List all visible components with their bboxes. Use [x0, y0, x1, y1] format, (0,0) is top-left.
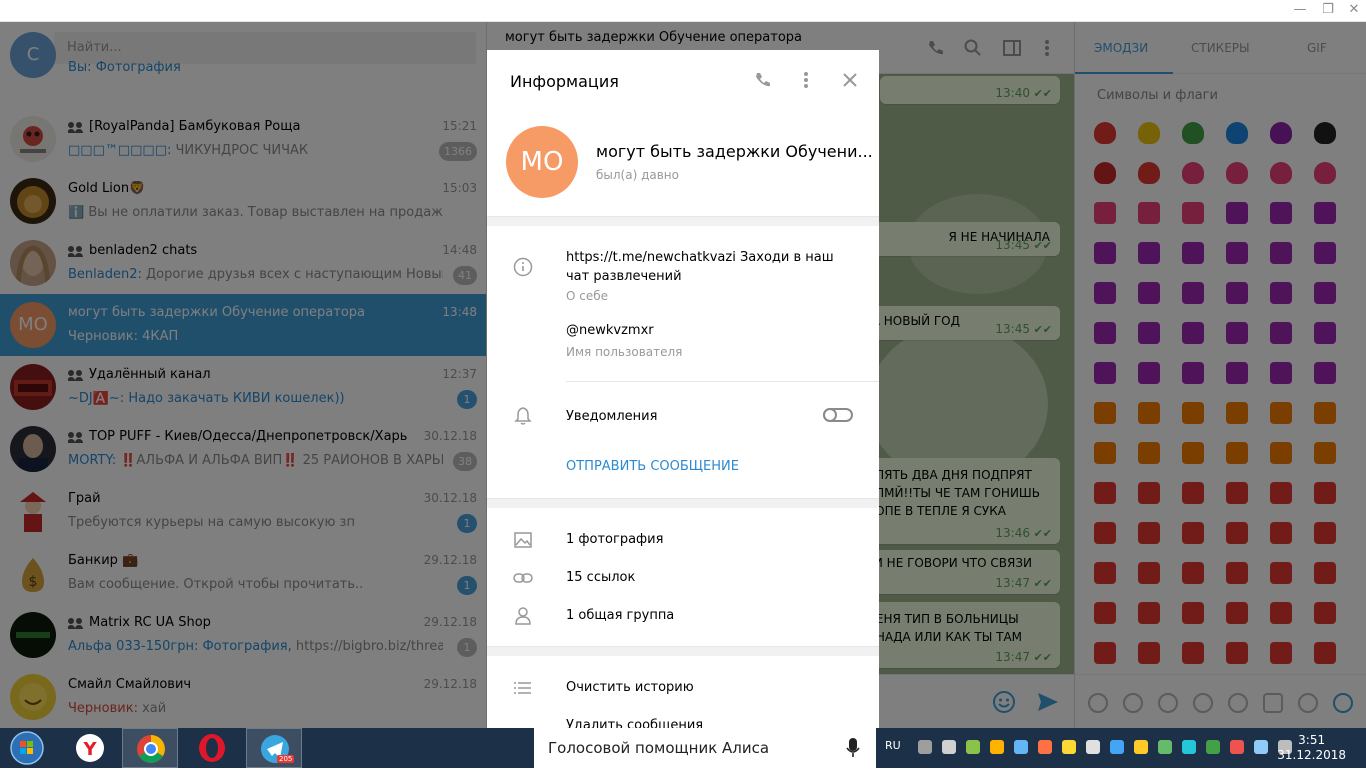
person-icon	[515, 607, 531, 625]
info-icon	[513, 257, 533, 277]
tray-icon[interactable]	[1182, 740, 1196, 754]
system-clock[interactable]: 3:51 31.12.2018	[1277, 733, 1346, 763]
chrome-button[interactable]	[122, 728, 178, 768]
close-icon[interactable]	[842, 72, 858, 88]
microphone-icon[interactable]	[846, 738, 860, 758]
telegram-button[interactable]: 205	[246, 728, 302, 768]
divider	[566, 381, 879, 382]
last-seen: был(а) давно	[596, 168, 679, 182]
more-icon[interactable]	[803, 71, 809, 89]
tray-icon[interactable]	[918, 740, 932, 754]
profile-avatar[interactable]: МО	[506, 126, 578, 198]
divider	[487, 498, 879, 508]
start-button-icon[interactable]	[8, 730, 46, 766]
clock-date: 31.12.2018	[1277, 748, 1346, 762]
divider	[487, 646, 879, 656]
tray-icon[interactable]	[1014, 740, 1028, 754]
maximize-button[interactable]: ❐	[1314, 2, 1342, 17]
yandex-browser-button[interactable]: Y	[62, 728, 118, 768]
list-icon	[514, 682, 531, 694]
common-groups[interactable]: 1 общая группа	[566, 608, 674, 623]
shared-photos[interactable]: 1 фотография	[566, 532, 663, 547]
profile-name: могут быть задержки Обучени...	[596, 142, 873, 161]
shared-links[interactable]: 15 ссылок	[566, 570, 635, 585]
alice-voice-assistant[interactable]: Голосовой помощник Алиса	[534, 728, 876, 768]
window-titlebar: — ❐ ✕	[0, 0, 1366, 22]
about-text[interactable]: https://t.me/newchatkvazi Заходи в наш ч…	[566, 248, 856, 286]
network-icon[interactable]	[1086, 740, 1100, 754]
tray-icon[interactable]	[1230, 740, 1244, 754]
telegram-unread-badge: 205	[277, 755, 295, 763]
tray-icon[interactable]	[1110, 740, 1124, 754]
username-label: Имя пользователя	[566, 345, 683, 359]
tray-icon[interactable]	[1062, 740, 1076, 754]
tray-icon[interactable]	[1158, 740, 1172, 754]
notifications-toggle[interactable]	[823, 408, 853, 422]
close-window-button[interactable]: ✕	[1340, 2, 1366, 17]
volume-icon[interactable]	[942, 740, 956, 754]
clear-history-button[interactable]: Очистить историю	[566, 680, 694, 695]
bell-icon	[514, 407, 532, 425]
about-label: О себе	[566, 289, 609, 303]
notifications-label: Уведомления	[566, 409, 658, 424]
tray-icon[interactable]	[1038, 740, 1052, 754]
phone-icon[interactable]	[753, 71, 771, 89]
bluetooth-icon[interactable]	[1254, 740, 1268, 754]
clock-time: 3:51	[1298, 733, 1326, 747]
send-message-button[interactable]: ОТПРАВИТЬ СООБЩЕНИЕ	[566, 459, 739, 474]
modal-title: Информация	[510, 72, 619, 91]
alice-label: Голосовой помощник Алиса	[548, 739, 770, 757]
tray-icon[interactable]	[990, 740, 1004, 754]
username-value[interactable]: @newkvzmxr	[566, 323, 654, 338]
tray-icon[interactable]	[966, 740, 980, 754]
tray-icon[interactable]	[1134, 740, 1148, 754]
opera-button[interactable]	[184, 728, 240, 768]
link-icon	[513, 573, 533, 583]
svg-text:Y: Y	[82, 739, 97, 760]
minimize-button[interactable]: —	[1286, 2, 1314, 17]
photo-icon	[514, 532, 532, 548]
tray-icon[interactable]	[1206, 740, 1220, 754]
info-modal: Информация МО могут быть задержки Обучен…	[487, 50, 879, 728]
language-indicator[interactable]: RU	[885, 739, 901, 752]
divider	[487, 216, 879, 226]
delete-messages-button[interactable]: Удалить сообщения	[566, 718, 703, 728]
windows-taskbar: Y 205 Голосовой помощник Алиса RU 3:51 31…	[0, 728, 1366, 768]
